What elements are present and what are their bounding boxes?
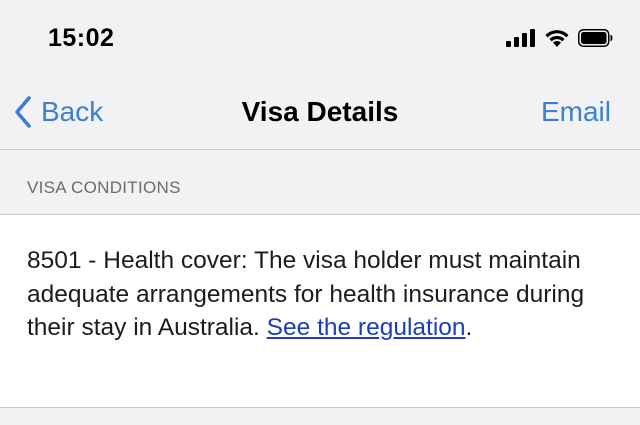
section-title: VISA CONDITIONS [27, 178, 181, 197]
status-icons [506, 27, 614, 49]
section-header: VISA CONDITIONS [0, 150, 640, 215]
battery-icon [578, 29, 613, 47]
back-label: Back [41, 96, 104, 127]
visa-condition-text: 8501 - Health cover: The visa holder mus… [27, 244, 607, 345]
email-button[interactable]: Email [541, 96, 611, 128]
link-suffix: . [465, 314, 473, 341]
see-regulation-link[interactable]: See the regulation [267, 314, 466, 341]
visa-condition-cell: 8501 - Health cover: The visa holder mus… [0, 215, 640, 408]
wifi-icon [545, 29, 569, 47]
back-button[interactable]: Back [14, 94, 103, 130]
navigation-bar: Back Visa Details Email [0, 76, 640, 150]
status-bar: 15:02 [0, 0, 640, 76]
signal-icon [506, 29, 535, 47]
status-time: 15:02 [48, 24, 115, 52]
chevron-left-icon [15, 96, 31, 128]
